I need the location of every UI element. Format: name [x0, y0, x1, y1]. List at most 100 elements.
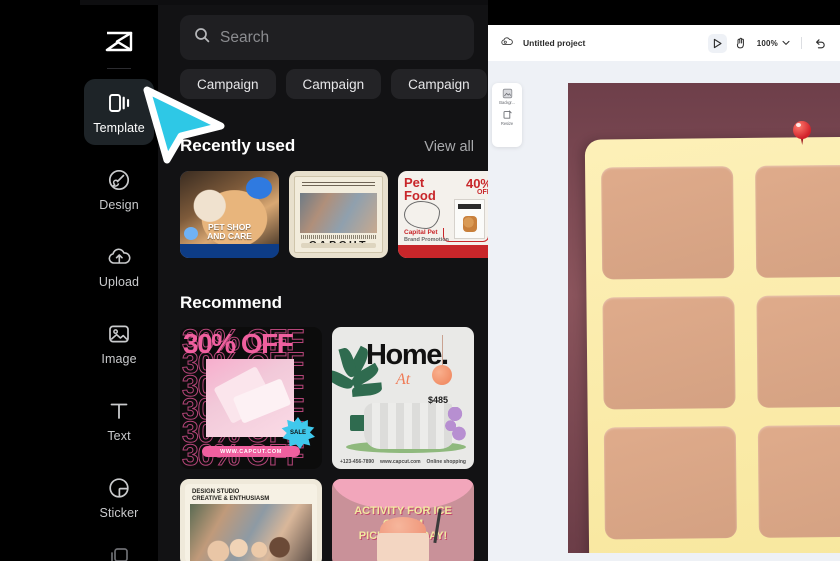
sidebar-item-image[interactable]: Image	[84, 310, 154, 376]
sidebar-item-partial[interactable]	[84, 541, 154, 561]
card-footer-bar: WWW.CAPCUT.COM	[202, 446, 300, 457]
project-name: Untitled project	[523, 38, 586, 48]
editor-workspace: Backgr... Resize	[488, 61, 840, 561]
chevron-down-icon	[782, 40, 790, 45]
recently-used-header: Recently used View all	[180, 136, 474, 156]
left-nav-rail: Template Design Upload Image Text Sticke…	[80, 5, 158, 561]
editor-tool-group: 100%	[707, 33, 829, 53]
sofa-graphic	[364, 403, 456, 449]
sidebar-item-text[interactable]: Text	[84, 387, 154, 453]
template-card-pet-shop[interactable]: PET SHOP AND CARE	[180, 171, 279, 258]
search-input[interactable]: Search	[180, 15, 474, 60]
splash-shape	[404, 201, 440, 229]
section-title: Recently used	[180, 136, 296, 155]
search-placeholder: Search	[220, 28, 270, 46]
zoom-value: 100%	[756, 38, 778, 48]
toolbar-divider	[801, 37, 802, 49]
sticker-icon	[107, 475, 131, 501]
category-chips: Campaign Campaign Campaign	[180, 69, 487, 99]
editor-side-toolbar: Backgr... Resize	[492, 83, 522, 147]
card-headline: 30% OFF	[183, 328, 294, 359]
template-card-home[interactable]: Home. At $485 +123-456-7890 www.capcut.c…	[332, 327, 474, 469]
design-canvas[interactable]	[568, 83, 840, 553]
recommend-grid: 30% OFF30% OFF30% OFF30% OFF30% OFF30% O…	[180, 327, 474, 561]
view-all-link[interactable]: View all	[424, 139, 474, 155]
template-card-pet-food[interactable]: PetFood 40% OFF Capital Pet Brand Promot…	[398, 171, 488, 258]
card-footer-bar: +123-456-7890 www.capcut.com Online shop…	[340, 459, 466, 465]
sidebar-item-label: Sticker	[99, 505, 139, 520]
card-title: PET SHOP AND CARE	[207, 222, 252, 241]
tool-label: Resize	[500, 121, 514, 126]
board-cell	[757, 424, 840, 538]
sidebar-item-label: Image	[101, 351, 137, 366]
chip-campaign-3[interactable]: Campaign	[391, 69, 487, 99]
group-photo	[190, 504, 312, 561]
resize-icon	[503, 110, 512, 119]
sidebar-item-label: Text	[107, 428, 131, 443]
section-title: Recommend	[180, 293, 283, 312]
cursor-icon	[713, 38, 722, 48]
background-icon	[502, 88, 512, 99]
template-card-30-off[interactable]: 30% OFF30% OFF30% OFF30% OFF30% OFF30% O…	[180, 327, 322, 469]
sidebar-item-template[interactable]: Template	[84, 79, 154, 145]
rail-divider	[107, 68, 131, 69]
board-cell	[602, 296, 736, 410]
card-caption-1: Capital Pet	[404, 229, 438, 236]
left-backdrop	[0, 0, 80, 561]
card-footer-bar	[180, 244, 279, 258]
group-photo	[300, 193, 377, 233]
card-caption-2: Brand Promotion	[404, 237, 449, 243]
sidebar-item-sticker[interactable]: Sticker	[84, 464, 154, 530]
template-icon	[107, 90, 131, 116]
recommend-header: Recommend	[180, 293, 474, 313]
hand-pan-tool[interactable]	[731, 34, 750, 53]
chip-campaign-1[interactable]: Campaign	[180, 69, 276, 99]
template-card-ice-cream[interactable]: ACTIVITY FOR ICE CREAMPICK UP TODAY!	[332, 479, 474, 561]
design-brush-icon	[107, 167, 131, 193]
sidebar-item-label: Template	[93, 120, 145, 135]
hand-icon	[736, 37, 744, 49]
elements-icon	[107, 543, 131, 561]
resize-tool[interactable]: Resize	[493, 109, 521, 126]
discount-off: OFF	[477, 189, 488, 196]
board-cell	[754, 164, 840, 278]
ice-cream-cup	[377, 533, 429, 561]
sidebar-item-upload[interactable]: Upload	[84, 233, 154, 299]
board-cell	[755, 294, 840, 408]
card-script: At	[396, 371, 411, 388]
search-icon	[194, 27, 210, 48]
text-icon	[107, 398, 131, 424]
price-label: $485	[427, 395, 448, 405]
speech-bubble-icon	[246, 177, 272, 199]
basket-shape	[443, 228, 488, 242]
undo-button[interactable]	[810, 34, 829, 53]
card-footer-bar	[301, 243, 376, 248]
product-photo	[206, 359, 294, 437]
recently-used-strip: PET SHOP AND CARE CAPCUT PetFood 40% OFF…	[180, 171, 488, 258]
board-cells	[601, 164, 840, 553]
header-lines	[302, 182, 375, 188]
board-cell	[603, 426, 737, 540]
tool-label: Backgr...	[499, 100, 515, 105]
templates-panel: Search Campaign Campaign Campaign Recent…	[158, 5, 488, 561]
undo-icon	[815, 38, 825, 48]
pin-board-artwork	[584, 136, 840, 553]
background-tool[interactable]: Backgr...	[493, 88, 521, 105]
cloud-save-icon	[501, 34, 514, 52]
project-title-group[interactable]: Untitled project	[501, 34, 585, 52]
card-heading: DESIGN STUDIO CREATIVE & ENTHUSIASM	[192, 489, 270, 502]
sidebar-item-design[interactable]: Design	[84, 156, 154, 222]
select-cursor-tool[interactable]	[707, 33, 727, 53]
editor-window: Untitled project 100% Backgr... Resize	[488, 25, 840, 561]
sidebar-item-label: Design	[99, 197, 139, 212]
sidebar-item-label: Upload	[98, 274, 140, 289]
card-line1: Pet Food	[404, 175, 436, 203]
flower-graphic	[444, 407, 466, 441]
capcut-logo[interactable]	[80, 19, 158, 63]
zoom-control[interactable]: 100%	[754, 39, 793, 48]
card-footer-bar	[398, 245, 488, 258]
chip-campaign-2[interactable]: Campaign	[285, 69, 382, 99]
template-card-design-studio[interactable]: DESIGN STUDIO CREATIVE & ENTHUSIASM	[180, 479, 322, 561]
red-pushpin	[793, 121, 811, 145]
template-card-capcut[interactable]: CAPCUT	[289, 171, 388, 258]
